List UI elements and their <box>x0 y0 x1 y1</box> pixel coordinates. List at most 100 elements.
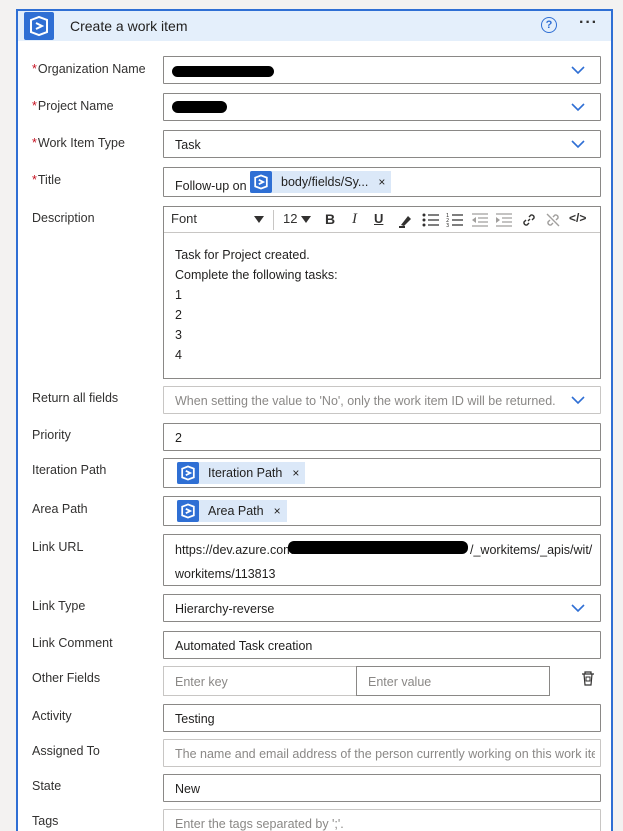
azure-devops-icon <box>177 462 199 484</box>
other-fields-value-input[interactable]: Enter value <box>356 666 550 696</box>
token-label: body/fields/Sy... <box>281 175 369 189</box>
title-input[interactable]: Follow-up on body/fields/Sy... × <box>163 167 601 197</box>
title-prefix: Follow-up on <box>175 179 247 193</box>
chevron-down-icon[interactable] <box>570 101 586 113</box>
other-fields-label: Other Fields <box>32 671 101 685</box>
dynamic-content-token[interactable]: Area Path × <box>177 500 287 522</box>
editor-toolbar: Font 12 B I U 123 </> <box>164 207 600 233</box>
unlink-icon[interactable] <box>545 212 561 228</box>
link-type-value: Hierarchy-reverse <box>175 602 275 616</box>
azure-devops-icon <box>24 12 54 40</box>
redacted-value <box>172 66 274 77</box>
bullet-list-icon[interactable] <box>422 212 440 228</box>
work-item-type-label: *Work Item Type <box>32 136 125 150</box>
iteration-path-label: Iteration Path <box>32 463 107 477</box>
dynamic-content-token[interactable]: body/fields/Sy... × <box>250 171 392 193</box>
link-icon[interactable] <box>521 212 537 228</box>
more-icon[interactable]: ··· <box>579 14 598 32</box>
description-line: Complete the following tasks: <box>175 268 338 282</box>
redacted-value <box>288 541 468 554</box>
description-content: Task for Project created. Complete the f… <box>175 245 338 365</box>
link-url-line2: workitems/113813 <box>175 567 276 581</box>
assigned-to-label: Assigned To <box>32 744 100 758</box>
return-all-fields-label: Return all fields <box>32 391 119 405</box>
description-editor[interactable]: Font 12 B I U 123 </> Task for Project c… <box>163 206 601 379</box>
work-item-type-value: Task <box>175 138 201 152</box>
bold-button[interactable]: B <box>325 211 335 227</box>
token-label: Iteration Path <box>208 466 283 480</box>
activity-input[interactable]: Testing <box>163 704 601 732</box>
link-url-end: /_workitems/_apis/wit/ <box>470 543 593 557</box>
increase-indent-icon[interactable] <box>495 212 513 228</box>
link-comment-label: Link Comment <box>32 636 113 650</box>
chevron-down-icon[interactable] <box>570 602 586 614</box>
description-line: 4 <box>175 348 182 362</box>
priority-label: Priority <box>32 428 71 442</box>
activity-label: Activity <box>32 709 72 723</box>
project-label: *Project Name <box>32 99 114 113</box>
remove-token-icon[interactable]: × <box>274 504 281 518</box>
link-comment-value: Automated Task creation <box>175 639 313 653</box>
priority-input[interactable]: 2 <box>163 423 601 451</box>
assigned-to-input[interactable]: The name and email address of the person… <box>163 739 601 767</box>
tags-label: Tags <box>32 814 59 828</box>
title-label: *Title <box>32 173 62 187</box>
italic-button[interactable]: I <box>352 211 357 228</box>
state-label: State <box>32 779 62 793</box>
description-line: 2 <box>175 308 182 322</box>
tags-input[interactable]: Enter the tags separated by ';'. <box>163 809 601 831</box>
azure-devops-icon <box>250 171 272 193</box>
numbered-list-icon[interactable]: 123 <box>446 212 464 228</box>
link-url-input[interactable]: https://dev.azure.com /_workitems/_apis/… <box>163 534 601 586</box>
help-icon[interactable]: ? <box>541 17 557 33</box>
code-view-button[interactable]: </> <box>569 211 586 225</box>
action-card: Create a work item ? ··· *Organization N… <box>16 9 613 831</box>
assigned-to-placeholder: The name and email address of the person… <box>175 747 595 761</box>
state-input[interactable]: New <box>163 774 601 802</box>
dynamic-content-token[interactable]: Iteration Path × <box>177 462 306 484</box>
return-all-fields-dropdown[interactable]: When setting the value to 'No', only the… <box>163 386 601 414</box>
token-label: Area Path <box>208 504 264 518</box>
area-path-input[interactable]: Area Path × <box>163 496 601 526</box>
link-comment-input[interactable]: Automated Task creation <box>163 631 601 659</box>
chevron-down-icon[interactable] <box>570 138 586 150</box>
description-line: 3 <box>175 328 182 342</box>
card-header[interactable]: Create a work item ? ··· <box>18 9 611 41</box>
chevron-down-icon[interactable] <box>254 216 264 224</box>
chevron-down-icon[interactable] <box>301 216 311 224</box>
description-label: Description <box>32 211 95 225</box>
card-title: Create a work item <box>70 18 188 34</box>
work-item-type-dropdown[interactable]: Task <box>163 130 601 158</box>
priority-value: 2 <box>175 431 182 445</box>
font-size-select[interactable]: 12 <box>283 211 297 226</box>
highlight-icon[interactable] <box>398 212 414 228</box>
link-type-dropdown[interactable]: Hierarchy-reverse <box>163 594 601 622</box>
decrease-indent-icon[interactable] <box>471 212 489 228</box>
state-value: New <box>175 782 201 796</box>
redacted-value <box>172 101 227 113</box>
link-url-start: https://dev.azure.com <box>175 543 294 557</box>
svg-text:3: 3 <box>446 223 449 228</box>
value-placeholder: Enter value <box>368 675 432 689</box>
activity-value: Testing <box>175 712 215 726</box>
description-line: Task for Project created. <box>175 248 310 262</box>
return-all-fields-placeholder: When setting the value to 'No', only the… <box>175 394 555 408</box>
remove-token-icon[interactable]: × <box>292 466 299 480</box>
project-dropdown[interactable] <box>163 93 601 121</box>
chevron-down-icon[interactable] <box>570 64 586 76</box>
font-select[interactable]: Font <box>171 211 197 226</box>
key-placeholder: Enter key <box>175 675 228 689</box>
iteration-path-input[interactable]: Iteration Path × <box>163 458 601 488</box>
delete-icon[interactable] <box>580 670 596 686</box>
organization-label: *Organization Name <box>32 62 146 76</box>
link-url-label: Link URL <box>32 540 84 554</box>
remove-token-icon[interactable]: × <box>378 175 385 189</box>
tags-placeholder: Enter the tags separated by ';'. <box>175 817 344 831</box>
other-fields-key-input[interactable]: Enter key <box>163 666 357 696</box>
description-line: 1 <box>175 288 182 302</box>
area-path-label: Area Path <box>32 502 88 516</box>
chevron-down-icon[interactable] <box>570 394 586 406</box>
underline-button[interactable]: U <box>374 211 383 226</box>
organization-dropdown[interactable] <box>163 56 601 84</box>
azure-devops-icon <box>177 500 199 522</box>
